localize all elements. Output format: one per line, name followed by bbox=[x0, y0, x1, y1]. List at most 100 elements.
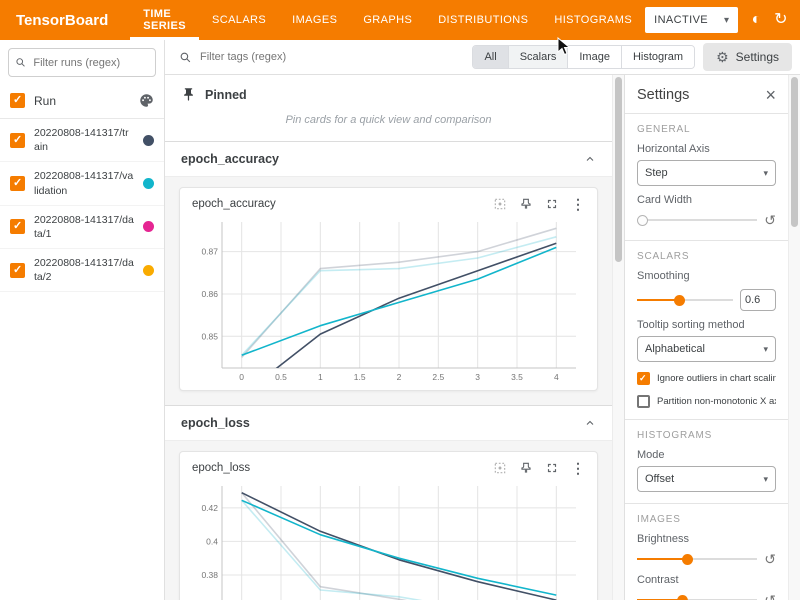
run-color-dot bbox=[143, 178, 154, 189]
app-logo[interactable]: TensorBoard bbox=[0, 12, 130, 29]
run-label: 20220808-141317/data/1 bbox=[34, 213, 134, 241]
filter-runs-input[interactable] bbox=[31, 56, 149, 70]
fit-to-data-icon[interactable] bbox=[493, 197, 507, 211]
horizontal-axis-select[interactable]: Step ▾ bbox=[637, 160, 776, 186]
settings-section-images: IMAGES Brightness ↺ Contrast bbox=[625, 503, 788, 600]
palette-icon[interactable] bbox=[139, 93, 154, 108]
more-options-icon[interactable]: ⋮ bbox=[571, 197, 585, 211]
select-all-runs-checkbox[interactable] bbox=[10, 93, 25, 108]
chevron-up-icon[interactable] bbox=[584, 417, 596, 429]
slider-thumb[interactable] bbox=[677, 595, 688, 600]
main-nav: TIME SERIES SCALARS IMAGES GRAPHS DISTRI… bbox=[130, 0, 645, 40]
section-title: epoch_loss bbox=[181, 416, 250, 430]
card-width-label: Card Width bbox=[637, 194, 776, 206]
pinned-title: Pinned bbox=[205, 88, 247, 102]
runs-header-row: Run bbox=[0, 83, 164, 119]
tooltip-sorting-select[interactable]: Alphabetical ▾ bbox=[637, 336, 776, 362]
run-row-train[interactable]: 20220808-141317/train bbox=[0, 119, 164, 162]
runs-sidebar: Run 20220808-141317/train 20220808-14131… bbox=[0, 40, 165, 600]
svg-text:2.5: 2.5 bbox=[432, 372, 444, 382]
card-title: epoch_accuracy bbox=[192, 198, 481, 210]
tab-distributions[interactable]: DISTRIBUTIONS bbox=[425, 0, 541, 40]
chip-scalars[interactable]: Scalars bbox=[508, 46, 568, 68]
scrollbar-thumb[interactable] bbox=[791, 77, 798, 227]
reset-icon[interactable]: ↺ bbox=[764, 552, 776, 566]
settings-section-histograms: HISTOGRAMS Mode Offset ▾ bbox=[625, 419, 788, 503]
filter-tags-box bbox=[173, 50, 464, 64]
smoothing-value-input[interactable] bbox=[740, 289, 776, 311]
svg-text:1.5: 1.5 bbox=[354, 372, 366, 382]
tab-graphs[interactable]: GRAPHS bbox=[350, 0, 425, 40]
smoothing-row bbox=[637, 289, 776, 311]
slider-thumb[interactable] bbox=[682, 554, 693, 565]
more-options-icon[interactable]: ⋮ bbox=[571, 461, 585, 475]
contrast-slider[interactable] bbox=[637, 593, 757, 600]
contrast-row: ↺ bbox=[637, 593, 776, 600]
tensorboard-app: TensorBoard TIME SERIES SCALARS IMAGES G… bbox=[0, 0, 800, 600]
chip-histogram[interactable]: Histogram bbox=[621, 46, 694, 68]
refresh-icon[interactable]: ↻ bbox=[774, 12, 787, 28]
epoch-accuracy-chart[interactable]: 00.511.522.533.540.850.860.87 bbox=[188, 216, 584, 388]
settings-panel-title: Settings bbox=[637, 87, 689, 103]
tooltip-sorting-value: Alphabetical bbox=[645, 343, 705, 355]
tab-images[interactable]: IMAGES bbox=[279, 0, 350, 40]
chevron-up-icon[interactable] bbox=[584, 153, 596, 165]
cards-scroll-area: Pinned Pin cards for a quick view and co… bbox=[165, 75, 612, 600]
close-icon[interactable]: × bbox=[765, 86, 776, 104]
top-bar: TensorBoard TIME SERIES SCALARS IMAGES G… bbox=[0, 0, 800, 40]
reload-status-dropdown[interactable]: INACTIVE ▾ bbox=[645, 7, 738, 33]
horizontal-axis-value: Step bbox=[645, 167, 668, 179]
fullscreen-icon[interactable] bbox=[545, 461, 559, 475]
pin-card-icon[interactable] bbox=[519, 461, 533, 475]
main-scrollbar[interactable] bbox=[612, 75, 624, 600]
run-color-dot bbox=[143, 221, 154, 232]
section-label: GENERAL bbox=[637, 124, 776, 135]
card-width-slider[interactable] bbox=[637, 213, 757, 227]
run-color-dot bbox=[143, 265, 154, 276]
histogram-mode-select[interactable]: Offset ▾ bbox=[637, 466, 776, 492]
theme-toggle-icon[interactable]: ◐ bbox=[751, 12, 761, 28]
reset-icon[interactable]: ↺ bbox=[764, 213, 776, 227]
section-label: IMAGES bbox=[637, 514, 776, 525]
settings-scrollbar[interactable] bbox=[788, 75, 800, 600]
brightness-slider[interactable] bbox=[637, 552, 757, 566]
section-label: HISTOGRAMS bbox=[637, 430, 776, 441]
svg-text:0.5: 0.5 bbox=[275, 372, 287, 382]
slider-thumb[interactable] bbox=[637, 215, 648, 226]
run-row-validation[interactable]: 20220808-141317/validation bbox=[0, 162, 164, 205]
reset-icon[interactable]: ↺ bbox=[764, 593, 776, 600]
tab-scalars[interactable]: SCALARS bbox=[199, 0, 279, 40]
scrollbar-thumb[interactable] bbox=[615, 77, 622, 262]
chip-image[interactable]: Image bbox=[567, 46, 621, 68]
section-header-epoch-accuracy[interactable]: epoch_accuracy bbox=[165, 142, 612, 176]
runs-header-label: Run bbox=[34, 94, 130, 108]
run-checkbox[interactable] bbox=[10, 219, 25, 234]
run-checkbox[interactable] bbox=[10, 176, 25, 191]
svg-text:0.42: 0.42 bbox=[201, 503, 218, 513]
ignore-outliers-checkbox[interactable] bbox=[637, 372, 650, 385]
chip-all[interactable]: All bbox=[473, 46, 507, 68]
section-header-epoch-loss[interactable]: epoch_loss bbox=[165, 406, 612, 440]
ignore-outliers-row: Ignore outliers in chart scaling bbox=[637, 372, 776, 385]
run-row-data-1[interactable]: 20220808-141317/data/1 bbox=[0, 206, 164, 249]
tab-time-series[interactable]: TIME SERIES bbox=[130, 0, 199, 40]
content-row: Pinned Pin cards for a quick view and co… bbox=[165, 75, 800, 600]
run-row-data-2[interactable]: 20220808-141317/data/2 bbox=[0, 249, 164, 292]
epoch-loss-chart[interactable]: 00.511.522.533.540.360.380.40.42 bbox=[188, 480, 584, 600]
tab-histograms[interactable]: HISTOGRAMS bbox=[541, 0, 645, 40]
run-checkbox[interactable] bbox=[10, 263, 25, 278]
pin-card-icon[interactable] bbox=[519, 197, 533, 211]
card-area-epoch-loss: epoch_loss bbox=[165, 440, 612, 600]
fullscreen-icon[interactable] bbox=[545, 197, 559, 211]
ignore-outliers-label: Ignore outliers in chart scaling bbox=[657, 373, 776, 384]
settings-button[interactable]: ⚙ Settings bbox=[703, 43, 792, 71]
fit-to-data-icon[interactable] bbox=[493, 461, 507, 475]
smoothing-slider[interactable] bbox=[637, 293, 733, 307]
settings-panel: Settings × GENERAL Horizontal Axis Step … bbox=[624, 75, 788, 600]
run-checkbox[interactable] bbox=[10, 133, 25, 148]
scalar-card-epoch-accuracy: epoch_accuracy bbox=[179, 187, 598, 391]
partition-x-axis-checkbox[interactable] bbox=[637, 395, 650, 408]
run-label: 20220808-141317/data/2 bbox=[34, 256, 134, 284]
slider-thumb[interactable] bbox=[674, 295, 685, 306]
filter-tags-input[interactable] bbox=[198, 50, 348, 64]
